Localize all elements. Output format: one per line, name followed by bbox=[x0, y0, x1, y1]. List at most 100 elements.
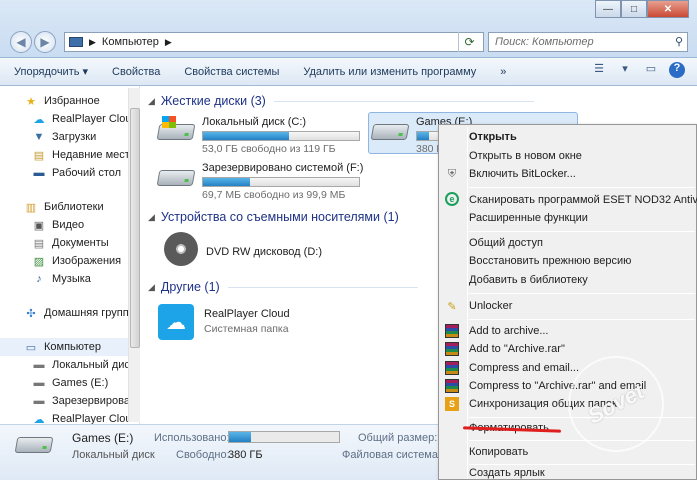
group-header-other[interactable]: ◢ Другие (1) bbox=[148, 280, 418, 294]
library-icon: ▥ bbox=[25, 201, 37, 214]
menu-item-create-shortcut[interactable]: Создать ярлык bbox=[469, 466, 545, 480]
drive-c[interactable]: Локальный диск (C:) 53,0 ГБ свободно из … bbox=[156, 116, 360, 155]
search-placeholder: Поиск: Компьютер bbox=[495, 36, 594, 48]
uninstall-program-button[interactable]: Удалить или изменить программу bbox=[303, 66, 476, 78]
menu-item-add-archive[interactable]: Add to archive... bbox=[469, 322, 549, 340]
details-name: Games (E:) bbox=[72, 431, 134, 445]
menu-item-open-new-window[interactable]: Открыть в новом окне bbox=[469, 147, 582, 165]
refresh-button[interactable]: ⟳ bbox=[458, 32, 480, 52]
sidebar-label: Библиотеки bbox=[44, 201, 104, 213]
hard-drive-icon: ▬ bbox=[33, 359, 45, 371]
sidebar-item-recent[interactable]: ▤ Недавние места bbox=[32, 146, 136, 164]
menu-item-eset-scan[interactable]: Сканировать программой ESET NOD32 Antivi… bbox=[469, 191, 697, 209]
menu-item-advanced[interactable]: Расширенные функции bbox=[469, 209, 588, 227]
collapse-arrow-icon[interactable]: ◢ bbox=[148, 212, 155, 223]
hard-drive-icon bbox=[156, 162, 196, 190]
eset-icon: e bbox=[445, 192, 459, 206]
hard-drive-icon bbox=[156, 116, 196, 144]
sidebar-scrollbar[interactable] bbox=[128, 88, 140, 422]
sidebar-label: RealPlayer Cloud bbox=[52, 413, 138, 424]
group-header-removable[interactable]: ◢ Устройства со съемными носителями (1) bbox=[148, 210, 399, 224]
drive-f[interactable]: Зарезервировано системой (F:) 69,7 МБ св… bbox=[156, 162, 363, 201]
sidebar-libraries[interactable]: ▥ Библиотеки bbox=[24, 198, 104, 216]
sidebar-label: Компьютер bbox=[44, 341, 101, 353]
menu-item-unlocker[interactable]: Unlocker bbox=[469, 297, 512, 315]
window-controls: — □ ✕ bbox=[595, 0, 689, 18]
sidebar-label: Изображения bbox=[52, 255, 122, 267]
menu-item-add-library[interactable]: Добавить в библиотеку bbox=[469, 271, 588, 289]
menu-item-bitlocker[interactable]: Включить BitLocker... bbox=[469, 165, 576, 183]
properties-button[interactable]: Свойства bbox=[112, 66, 160, 78]
sidebar-label: Рабочий стол bbox=[52, 167, 122, 179]
cloud-icon: ☁ bbox=[33, 113, 45, 126]
sidebar-item-video[interactable]: ▣ Видео bbox=[32, 216, 84, 234]
view-dropdown-icon[interactable]: ▾ bbox=[617, 62, 633, 78]
sidebar-item-reserved[interactable]: ▬ Зарезервировано bbox=[32, 392, 140, 410]
realplayer-cloud-icon: ☁ bbox=[158, 304, 198, 344]
documents-icon: ▤ bbox=[33, 237, 45, 250]
more-commands-button[interactable]: » bbox=[500, 66, 506, 78]
sidebar-item-downloads[interactable]: ▼ Загрузки bbox=[32, 128, 97, 146]
preview-pane-icon[interactable]: ▭ bbox=[643, 62, 659, 78]
group-divider bbox=[227, 286, 418, 288]
details-free-value: 380 ГБ bbox=[228, 449, 263, 461]
winrar-icon bbox=[445, 342, 459, 356]
sidebar-favorites[interactable]: ★ Избранное bbox=[24, 92, 100, 110]
drive-name: Зарезервировано системой (F:) bbox=[202, 162, 364, 174]
collapse-arrow-icon[interactable]: ◢ bbox=[148, 282, 155, 293]
menu-separator bbox=[469, 464, 695, 465]
drive-dvd[interactable]: DVD RW дисковод (D:) bbox=[160, 232, 322, 266]
help-icon[interactable]: ? bbox=[669, 62, 685, 78]
sidebar-label: Видео bbox=[52, 219, 85, 231]
sidebar-computer[interactable]: ▭ Компьютер bbox=[0, 338, 128, 356]
folder-name: RealPlayer Cloud bbox=[204, 308, 290, 320]
breadcrumb-chevron-icon[interactable]: ▶ bbox=[165, 37, 172, 48]
search-input[interactable]: Поиск: Компьютер ⚲ bbox=[488, 32, 688, 52]
sidebar-homegroup[interactable]: ✣ Домашняя группа bbox=[24, 304, 134, 322]
sidebar-item-pictures[interactable]: ▨ Изображения bbox=[32, 252, 121, 270]
view-options-icon[interactable]: ☰ bbox=[591, 62, 607, 78]
menu-separator bbox=[469, 293, 695, 294]
minimize-button[interactable]: — bbox=[595, 0, 621, 18]
shield-icon: ⛨ bbox=[447, 167, 457, 180]
menu-item-add-archive-rar[interactable]: Add to "Archive.rar" bbox=[469, 340, 565, 358]
organize-button[interactable]: Упорядочить ▾ bbox=[14, 65, 88, 78]
organize-label: Упорядочить bbox=[14, 66, 80, 78]
search-icon[interactable]: ⚲ bbox=[675, 35, 683, 48]
menu-item-share[interactable]: Общий доступ bbox=[469, 234, 543, 252]
refresh-icon: ⟳ bbox=[464, 35, 475, 49]
music-icon: ♪ bbox=[36, 273, 42, 285]
maximize-button[interactable]: □ bbox=[621, 0, 647, 18]
sidebar-item-music[interactable]: ♪ Музыка bbox=[32, 270, 91, 288]
details-used-label: Использовано: bbox=[154, 432, 230, 444]
system-properties-button[interactable]: Свойства системы bbox=[184, 66, 279, 78]
group-header-hdd[interactable]: ◢ Жесткие диски (3) bbox=[148, 94, 534, 108]
menu-item-restore[interactable]: Восстановить прежнюю версию bbox=[469, 252, 631, 270]
address-bar[interactable]: ▶ Компьютер ▶ bbox=[64, 32, 484, 52]
computer-icon: ▭ bbox=[25, 341, 37, 354]
back-button[interactable]: ◀ bbox=[10, 31, 32, 53]
sidebar-item-local-disk[interactable]: ▬ Локальный диск bbox=[32, 356, 135, 374]
breadcrumb-arrow-icon[interactable]: ▶ bbox=[89, 37, 96, 48]
breadcrumb-computer[interactable]: Компьютер bbox=[102, 36, 159, 48]
forward-button[interactable]: ▶ bbox=[34, 31, 56, 53]
realplayer-cloud-folder[interactable]: ☁ RealPlayer Cloud Системная папка bbox=[158, 304, 290, 344]
dvd-drive-icon bbox=[160, 232, 200, 266]
scrollbar-thumb[interactable] bbox=[130, 108, 140, 348]
navigation-pane: ★ Избранное ☁ RealPlayer Cloud ▼ Загрузки ▤… bbox=[0, 86, 140, 424]
group-divider bbox=[273, 100, 534, 102]
menu-item-open[interactable]: Открыть bbox=[469, 128, 517, 146]
close-button[interactable]: ✕ bbox=[647, 0, 689, 18]
menu-item-compress-email[interactable]: Compress and email... bbox=[469, 359, 579, 377]
sidebar-item-realplayer-cloud[interactable]: ☁ RealPlayer Cloud bbox=[32, 410, 138, 424]
sidebar-label: Избранное bbox=[44, 95, 100, 107]
details-type: Локальный диск bbox=[72, 449, 155, 461]
unlocker-wand-icon: ✎ bbox=[447, 300, 457, 313]
hard-drive-icon: ▬ bbox=[33, 395, 45, 407]
sidebar-item-games[interactable]: ▬ Games (E:) bbox=[32, 374, 109, 392]
sidebar-item-desktop[interactable]: ▬ Рабочий стол bbox=[32, 164, 122, 182]
sidebar-item-documents[interactable]: ▤ Документы bbox=[32, 234, 109, 252]
collapse-arrow-icon[interactable]: ◢ bbox=[148, 96, 155, 107]
sidebar-item-realplayer[interactable]: ☁ RealPlayer Cloud bbox=[32, 110, 138, 128]
menu-item-copy[interactable]: Копировать bbox=[469, 443, 528, 461]
